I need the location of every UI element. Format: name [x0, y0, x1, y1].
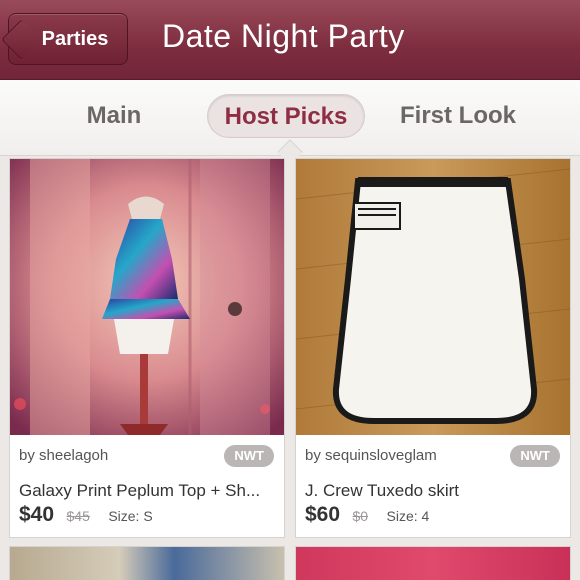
- listing-title[interactable]: J. Crew Tuxedo skirt: [305, 481, 567, 501]
- nav-header: Parties Date Night Party: [0, 0, 580, 80]
- original-price: $0: [352, 508, 369, 524]
- original-price: $45: [66, 508, 90, 524]
- tab-main[interactable]: Main: [70, 94, 158, 138]
- condition-badge: NWT: [510, 445, 560, 467]
- listing-size: Size: 4: [386, 508, 430, 524]
- listing-card[interactable]: by sheelagoh NWT Galaxy Print Peplum Top…: [9, 158, 285, 538]
- page-title: Date Night Party: [162, 18, 405, 54]
- seller-name[interactable]: by sheelagoh: [19, 447, 108, 464]
- listing-card-partial[interactable]: [9, 546, 285, 580]
- listing-photo[interactable]: [10, 159, 284, 435]
- price-row: $40 $45 Size: S: [19, 503, 153, 527]
- listing-photo[interactable]: [296, 159, 570, 435]
- tab-host-picks[interactable]: Host Picks: [207, 94, 365, 138]
- back-button-parties[interactable]: Parties: [8, 13, 128, 65]
- tab-first-look[interactable]: First Look: [394, 94, 522, 138]
- listing-card[interactable]: by sequinsloveglam NWT J. Crew Tuxedo sk…: [295, 158, 571, 538]
- listing-price: $40: [19, 503, 55, 526]
- condition-badge: NWT: [224, 445, 274, 467]
- listing-title[interactable]: Galaxy Print Peplum Top + Sh...: [19, 481, 281, 501]
- listing-card-partial[interactable]: [295, 546, 571, 580]
- seller-name[interactable]: by sequinsloveglam: [305, 447, 437, 464]
- listing-size: Size: S: [108, 508, 153, 524]
- listing-price: $60: [305, 503, 341, 526]
- price-row: $60 $0 Size: 4: [305, 503, 429, 527]
- back-button-label: Parties: [41, 27, 109, 50]
